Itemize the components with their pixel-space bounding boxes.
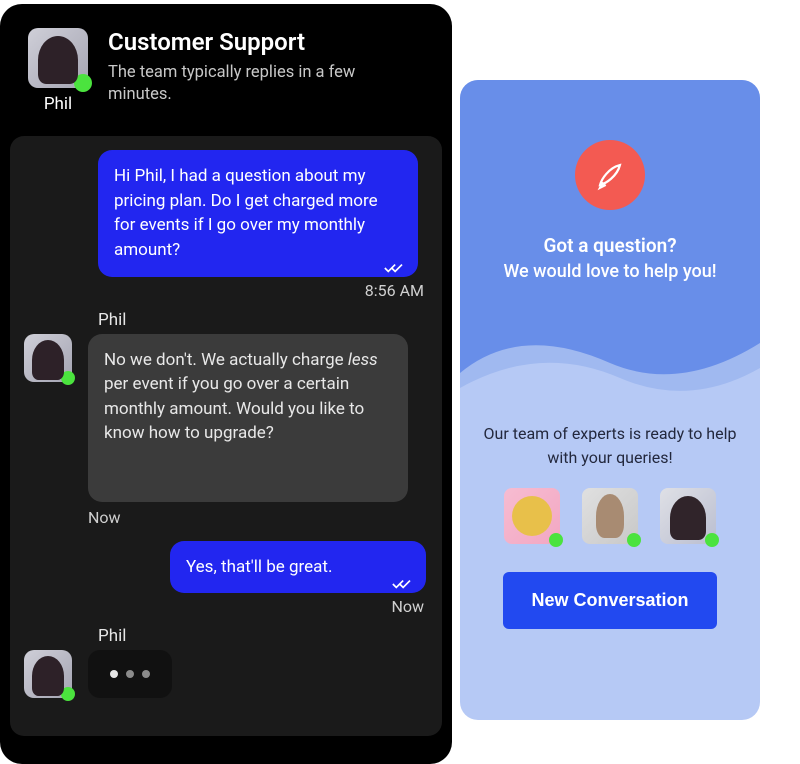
wave-divider	[460, 313, 760, 403]
message-row: No we don't. We actually charge less per…	[22, 334, 430, 504]
messages-pane[interactable]: Hi Phil, I had a question about my prici…	[10, 136, 442, 736]
agent-message-bubble: No we don't. We actually charge less per…	[88, 334, 408, 502]
message-text: Yes, that'll be great.	[186, 557, 332, 577]
promo-heading: Got a question?	[460, 234, 760, 257]
new-conversation-button[interactable]: New Conversation	[503, 572, 716, 629]
chat-subtitle: The team typically replies in a few minu…	[108, 62, 388, 107]
online-dot-icon	[627, 533, 641, 547]
message-text-part: No we don't. We actually charge	[104, 350, 348, 370]
sender-name: Phil	[98, 626, 430, 646]
expert-avatar	[660, 488, 716, 544]
message-row: Yes, that'll be great. Now	[22, 541, 430, 617]
chat-header: Phil Customer Support The team typically…	[0, 4, 452, 126]
agent-avatar-block: Phil	[28, 28, 88, 114]
promo-panel: Got a question? We would love to help yo…	[460, 80, 760, 720]
rocket-icon	[575, 140, 645, 210]
typing-dot-icon	[110, 670, 118, 678]
message-timestamp: Now	[22, 597, 430, 616]
message-timestamp: 8:56 AM	[22, 281, 430, 300]
user-message-bubble: Hi Phil, I had a question about my prici…	[98, 150, 418, 277]
promo-body-text: Our team of experts is ready to help wit…	[476, 422, 744, 470]
promo-body: Our team of experts is ready to help wit…	[460, 402, 760, 649]
expert-avatar	[582, 488, 638, 544]
message-text: Hi Phil, I had a question about my prici…	[114, 166, 378, 260]
chat-header-text: Customer Support The team typically repl…	[108, 28, 388, 107]
message-text-part: per event if you go over a certain month…	[104, 374, 364, 443]
online-dot-icon	[74, 74, 92, 92]
online-dot-icon	[549, 533, 563, 547]
message-timestamp: Now	[22, 508, 430, 527]
experts-row	[476, 488, 744, 544]
typing-dot-icon	[142, 670, 150, 678]
online-dot-icon	[61, 371, 75, 385]
agent-name: Phil	[28, 94, 88, 114]
chat-title: Customer Support	[108, 28, 388, 56]
user-message-bubble: Yes, that'll be great.	[170, 541, 426, 594]
typing-dot-icon	[126, 670, 134, 678]
agent-avatar-small	[24, 334, 72, 382]
promo-subheading: We would love to help you!	[460, 261, 760, 282]
sender-name: Phil	[98, 310, 430, 330]
chat-widget: Phil Customer Support The team typically…	[0, 4, 452, 764]
read-receipt-icon	[384, 257, 408, 271]
online-dot-icon	[61, 687, 75, 701]
expert-avatar	[504, 488, 560, 544]
message-text-italic: less	[348, 350, 378, 370]
typing-indicator	[88, 650, 172, 698]
promo-hero: Got a question? We would love to help yo…	[460, 80, 760, 402]
online-dot-icon	[705, 533, 719, 547]
agent-avatar	[28, 28, 88, 88]
message-row	[22, 650, 430, 702]
message-row: Hi Phil, I had a question about my prici…	[22, 150, 430, 300]
agent-avatar-small	[24, 650, 72, 698]
read-receipt-icon	[392, 573, 416, 587]
